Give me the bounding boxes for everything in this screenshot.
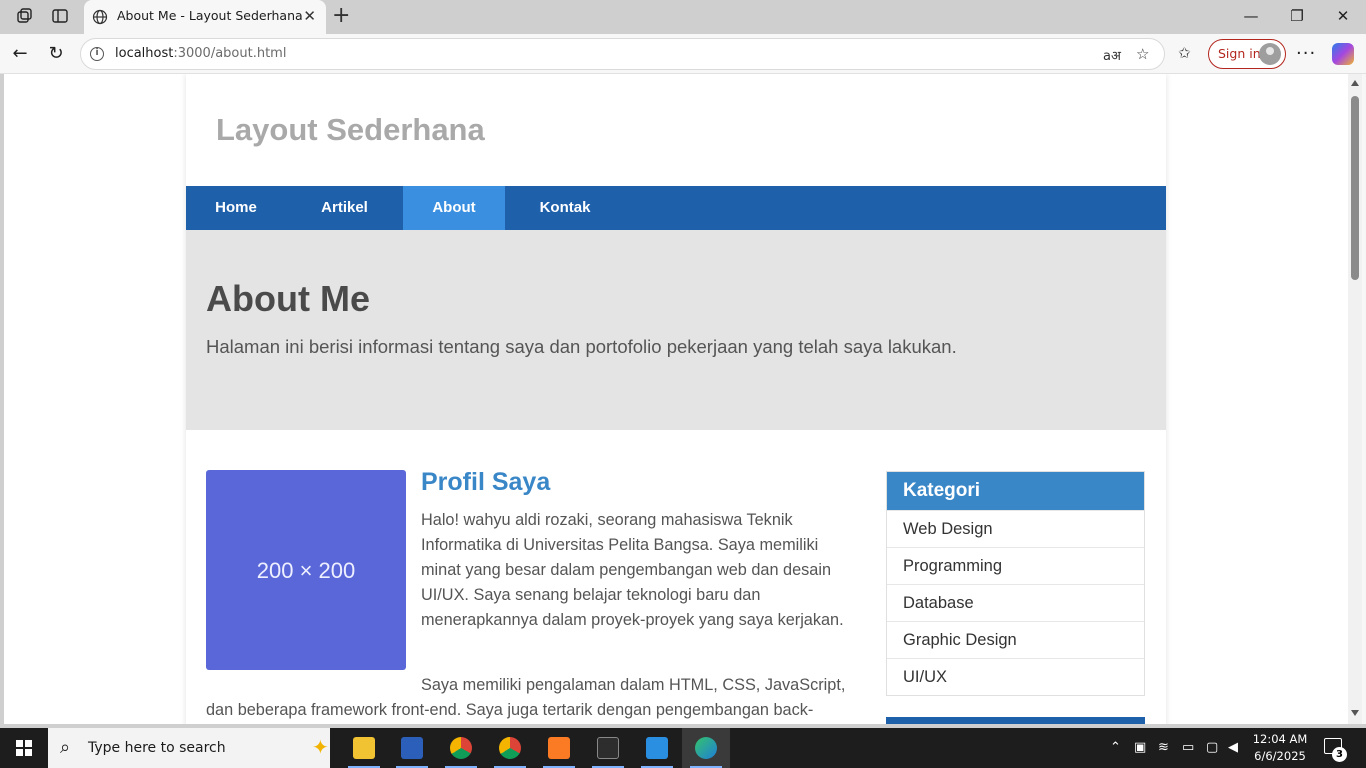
tab-title: About Me - Layout Sederhana (117, 8, 303, 23)
url-text[interactable]: localhost:3000/about.html (115, 46, 286, 61)
chrome-profile-icon[interactable] (486, 728, 534, 768)
page-subtitle: Halaman ini berisi informasi tentang say… (206, 336, 957, 357)
workspaces-icon[interactable] (14, 7, 34, 27)
site-title: Layout Sederhana (216, 112, 485, 147)
close-window-icon[interactable]: ✕ (1320, 5, 1366, 27)
sparkle-icon: ✦ (312, 735, 329, 759)
article-paragraph: Halo! wahyu aldi rozaki, seorang mahasis… (421, 511, 844, 629)
system-clock[interactable]: 12:04 AM 6/6/2025 (1248, 731, 1312, 765)
vertical-tabs-icon[interactable] (50, 7, 70, 27)
windows-taskbar: ⌕ Type here to search ✦ ⌃ ▣ ≋ ▭ ▢ ◀ 12:0… (0, 728, 1366, 768)
site-info-icon[interactable]: i (90, 47, 104, 61)
meet-icon[interactable]: ▣ (1134, 740, 1146, 755)
second-widget-header (886, 717, 1145, 724)
article-title: Profil Saya (421, 468, 551, 496)
category-item[interactable]: Graphic Design (887, 621, 1144, 658)
active-tab[interactable]: About Me - Layout Sederhana ✕ (84, 0, 326, 34)
nav-artikel[interactable]: Artikel (286, 186, 403, 230)
restore-icon[interactable]: ❐ (1274, 5, 1320, 27)
category-widget: Kategori Web Design Programming Database… (886, 471, 1145, 696)
volume-icon[interactable]: ◀ (1228, 740, 1238, 755)
battery-icon[interactable]: ▭ (1182, 740, 1194, 755)
close-tab-icon[interactable]: ✕ (303, 7, 316, 25)
image-size-label: 200 × 200 (256, 558, 356, 583)
profile-image: 200 × 200 (206, 470, 406, 670)
terminal-icon[interactable] (584, 728, 632, 768)
category-item[interactable]: Programming (887, 547, 1144, 584)
url-path: :3000/about.html (173, 46, 287, 61)
page-viewport: Layout Sederhana Home Artikel About Kont… (4, 74, 1348, 724)
category-item[interactable]: Database (887, 584, 1144, 621)
more-options-icon[interactable]: ··· (1296, 43, 1316, 64)
notification-badge: 3 (1332, 747, 1347, 762)
scroll-down-arrow-icon[interactable] (1351, 710, 1359, 716)
new-tab-icon[interactable]: + (332, 4, 350, 28)
clock-time: 12:04 AM (1252, 732, 1308, 746)
page-scrollbar[interactable] (1348, 74, 1362, 724)
page-container: Layout Sederhana Home Artikel About Kont… (186, 74, 1166, 724)
copilot-icon[interactable] (1332, 43, 1354, 65)
scrollbar-thumb[interactable] (1351, 96, 1359, 280)
wifi-icon[interactable]: ≋ (1158, 740, 1169, 755)
page-title: About Me (206, 278, 370, 319)
globe-icon (92, 9, 108, 25)
favorite-star-icon[interactable]: ☆ (1136, 45, 1149, 63)
nav-home[interactable]: Home (186, 186, 286, 230)
category-item[interactable]: UI/UX (887, 658, 1144, 695)
hero-section: About Me Halaman ini berisi informasi te… (186, 230, 1166, 430)
scroll-up-arrow-icon[interactable] (1351, 80, 1359, 86)
nav-about[interactable]: About (403, 186, 505, 230)
window-edge (1362, 74, 1366, 724)
site-header: Layout Sederhana (186, 74, 1166, 186)
file-explorer-icon[interactable] (340, 728, 388, 768)
sign-in-button[interactable]: Sign in (1208, 39, 1286, 69)
nav-kontak[interactable]: Kontak (505, 186, 625, 230)
browser-toolbar: ← ↻ i localhost:3000/about.html aअ ☆ ✩ S… (0, 34, 1366, 74)
address-bar[interactable]: i localhost:3000/about.html aअ ☆ (80, 38, 1165, 70)
word-icon[interactable] (388, 728, 436, 768)
tray-chevron-icon[interactable]: ⌃ (1110, 740, 1121, 755)
category-item[interactable]: Web Design (887, 510, 1144, 547)
minimize-icon[interactable]: — (1228, 5, 1274, 27)
sign-in-label: Sign in (1218, 46, 1261, 61)
main-nav: Home Artikel About Kontak (186, 186, 1166, 230)
back-icon[interactable]: ← (8, 42, 32, 66)
refresh-icon[interactable]: ↻ (44, 42, 68, 66)
chrome-icon[interactable] (437, 728, 485, 768)
search-placeholder: Type here to search (88, 740, 226, 756)
main-content: 200 × 200 Profil Saya Halo! wahyu aldi r… (186, 430, 1166, 724)
vscode-icon[interactable] (633, 728, 681, 768)
read-aloud-icon[interactable]: aअ (1103, 46, 1121, 64)
clock-date: 6/6/2025 (1254, 749, 1306, 763)
display-icon[interactable]: ▢ (1206, 740, 1218, 755)
widget-heading: Kategori (887, 472, 1144, 510)
taskbar-search[interactable]: ⌕ Type here to search ✦ (48, 728, 330, 768)
edge-icon[interactable] (682, 728, 730, 768)
search-icon: ⌕ (60, 737, 71, 758)
start-button[interactable] (0, 728, 48, 768)
favorites-icon[interactable]: ✩ (1178, 44, 1191, 62)
browser-tab-bar: About Me - Layout Sederhana ✕ + — ❐ ✕ (0, 0, 1366, 34)
article-paragraph: Saya memiliki pengalaman dalam HTML, CSS… (206, 676, 846, 719)
url-host: localhost (115, 46, 174, 61)
profile-avatar (1259, 43, 1281, 65)
xampp-icon[interactable] (535, 728, 583, 768)
windows-logo-icon (16, 740, 32, 756)
